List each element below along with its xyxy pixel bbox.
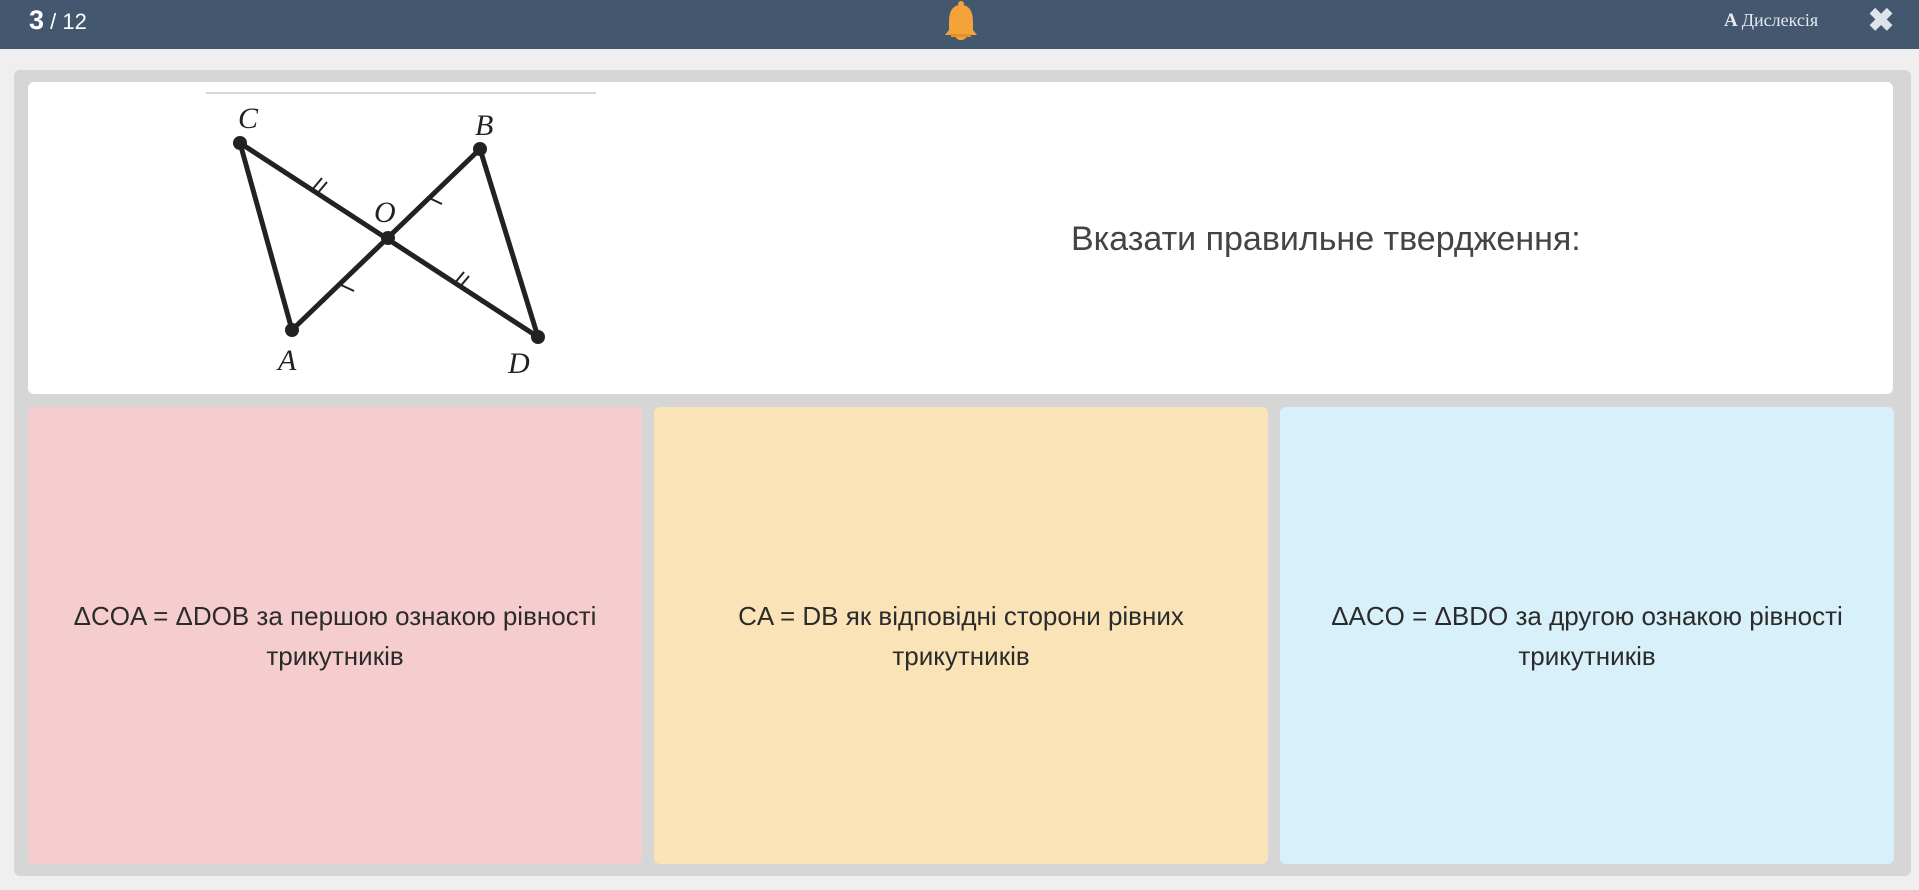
answer-option-1-text: ΔCOA = ΔDOB за першою ознакою рівності т…	[73, 600, 597, 671]
dyslexia-label: Дислексія	[1741, 10, 1819, 30]
triangle-figure: C B O A D	[190, 90, 610, 390]
point-a	[285, 323, 299, 337]
label-c: C	[238, 102, 259, 135]
close-icon: ✖	[1867, 2, 1895, 38]
progress-current: 3	[29, 5, 45, 35]
close-button[interactable]: ✖	[1866, 3, 1896, 37]
answer-option-2-text: CA = DB як відповідні сторони рівних три…	[738, 600, 1184, 671]
point-d	[531, 330, 545, 344]
answer-option-3-text: ΔACO = ΔBDO за другою ознакою рівності т…	[1331, 600, 1843, 671]
label-o: O	[374, 196, 396, 229]
answer-option-3[interactable]: ΔACO = ΔBDO за другою ознакою рівності т…	[1280, 407, 1894, 864]
answer-option-1[interactable]: ΔCOA = ΔDOB за першою ознакою рівності т…	[28, 407, 642, 864]
question-progress: 3 / 12	[29, 4, 87, 38]
question-text: Вказати правильне твердження:	[1071, 220, 1581, 258]
top-bar: 3 / 12 A Дислексія ✖	[0, 0, 1919, 49]
segment-bd	[477, 148, 541, 338]
label-d: D	[507, 347, 530, 380]
point-c	[233, 136, 247, 150]
dyslexia-toggle[interactable]: A Дислексія	[1724, 9, 1818, 32]
label-b: B	[475, 109, 493, 142]
answer-option-2[interactable]: CA = DB як відповідні сторони рівних три…	[654, 407, 1268, 864]
label-a: A	[276, 344, 297, 377]
dyslexia-icon: A	[1724, 10, 1738, 31]
progress-total: / 12	[50, 9, 87, 34]
point-o	[381, 231, 395, 245]
figure-svg: C B O A D	[206, 92, 596, 380]
bell-icon	[941, 0, 981, 44]
point-b	[473, 142, 487, 156]
